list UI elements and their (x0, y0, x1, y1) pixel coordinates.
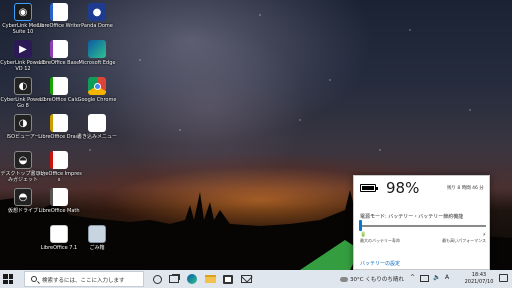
burn-gadget-icon: ◒ (14, 151, 32, 169)
cortana-icon (152, 274, 162, 284)
libreoffice-base-icon: B (50, 40, 68, 58)
edge-icon (187, 274, 197, 284)
clock-date: 2021/07/10 (464, 278, 494, 285)
power-mode-label: 電源モード: バッテリー・バッテリー節約機能 (360, 214, 464, 220)
mail-icon (240, 275, 252, 283)
cloud-icon (340, 276, 348, 282)
start-button[interactable] (3, 274, 13, 284)
taskbar-explorer-button[interactable] (204, 273, 216, 285)
battery-flyout: 98% 残り 8 時間 46 分 電源モード: バッテリー・バッテリー節約機能 … (353, 175, 490, 270)
desktop-icon-microsoft-edge[interactable]: Microsoft Edge (76, 40, 118, 66)
battery-percent: 98% (386, 179, 420, 197)
power-mode-slider[interactable] (361, 225, 486, 227)
powerdvd-icon: ▶ (14, 40, 32, 58)
chrome-icon (88, 77, 106, 95)
folder-icon (204, 275, 216, 283)
edge-icon (88, 40, 106, 58)
weather-widget[interactable]: 30°C くもりのち晴れ (340, 275, 404, 283)
libreoffice-math-icon: √ (50, 188, 68, 206)
cyberlink-media-suite-icon: ◉ (14, 3, 32, 21)
task-view-icon-button[interactable] (168, 273, 180, 285)
taskbar-store-button[interactable] (222, 273, 234, 285)
libreoffice-draw-icon: D (50, 114, 68, 132)
task-view-icon (169, 275, 179, 283)
battery-settings-link[interactable]: バッテリーの設定 (360, 260, 400, 267)
search-box[interactable]: 検索するには、ここに入力します (24, 271, 144, 287)
ime-indicator[interactable]: A (445, 274, 449, 281)
virtual-drive-icon: ◓ (14, 188, 32, 206)
burn-menu-icon: ◎ (88, 114, 106, 132)
desktop-icon-recycle-bin[interactable]: ごみ箱 (76, 225, 118, 251)
power-mode-slider-thumb[interactable] (359, 220, 362, 231)
libreoffice-writer-icon: W (50, 3, 68, 21)
libreoffice-impress-icon: I (50, 151, 68, 169)
libreoffice-icon: ▤ (50, 225, 68, 243)
search-placeholder: 検索するには、ここに入力します (42, 278, 125, 284)
libreoffice-calc-icon: C (50, 77, 68, 95)
battery-tray-icon[interactable] (420, 275, 429, 282)
battery-level-fill (362, 186, 374, 190)
iso-viewer-icon: ◑ (14, 114, 32, 132)
taskbar-edge-button[interactable] (186, 273, 198, 285)
tray-chevron-icon[interactable]: ^ (410, 274, 415, 281)
notification-icon[interactable] (499, 274, 508, 282)
recycle-bin-icon (88, 225, 106, 243)
desktop-icon-libreoffice-math[interactable]: √ LibreOffice Math (38, 188, 80, 214)
store-icon (223, 274, 233, 284)
battery-icon (360, 184, 378, 192)
taskbar: 検索するには、ここに入力します 30°C くもりのち晴れ ^ 🔈 A 18:43… (0, 270, 512, 288)
taskbar-mail-button[interactable] (240, 273, 252, 285)
clock[interactable]: 18:43 2021/07/10 (462, 272, 496, 285)
search-icon (31, 276, 37, 282)
task-view-button[interactable] (151, 273, 163, 285)
battery-remaining-time: 残り 8 時間 46 分 (447, 186, 484, 191)
panda-dome-icon: ● (88, 3, 106, 21)
power2go-icon: ◐ (14, 77, 32, 95)
desktop-icon-panda-dome[interactable]: ● Panda Dome (76, 3, 118, 29)
volume-icon[interactable]: 🔈 (433, 274, 440, 281)
weather-text: 30°C くもりのち晴れ (350, 277, 404, 283)
desktop-icon-libreoffice-impress[interactable]: I LibreOffice Impress (36, 151, 82, 183)
slider-left-caption: 最大のバッテリー寿命 (360, 238, 400, 243)
desktop-icon-burn-menu[interactable]: ◎ 書き込みメニュー (76, 114, 118, 140)
desktop-icon-google-chrome[interactable]: Google Chrome (76, 77, 118, 103)
slider-right-caption: 最も高いパフォーマンス (442, 238, 486, 243)
